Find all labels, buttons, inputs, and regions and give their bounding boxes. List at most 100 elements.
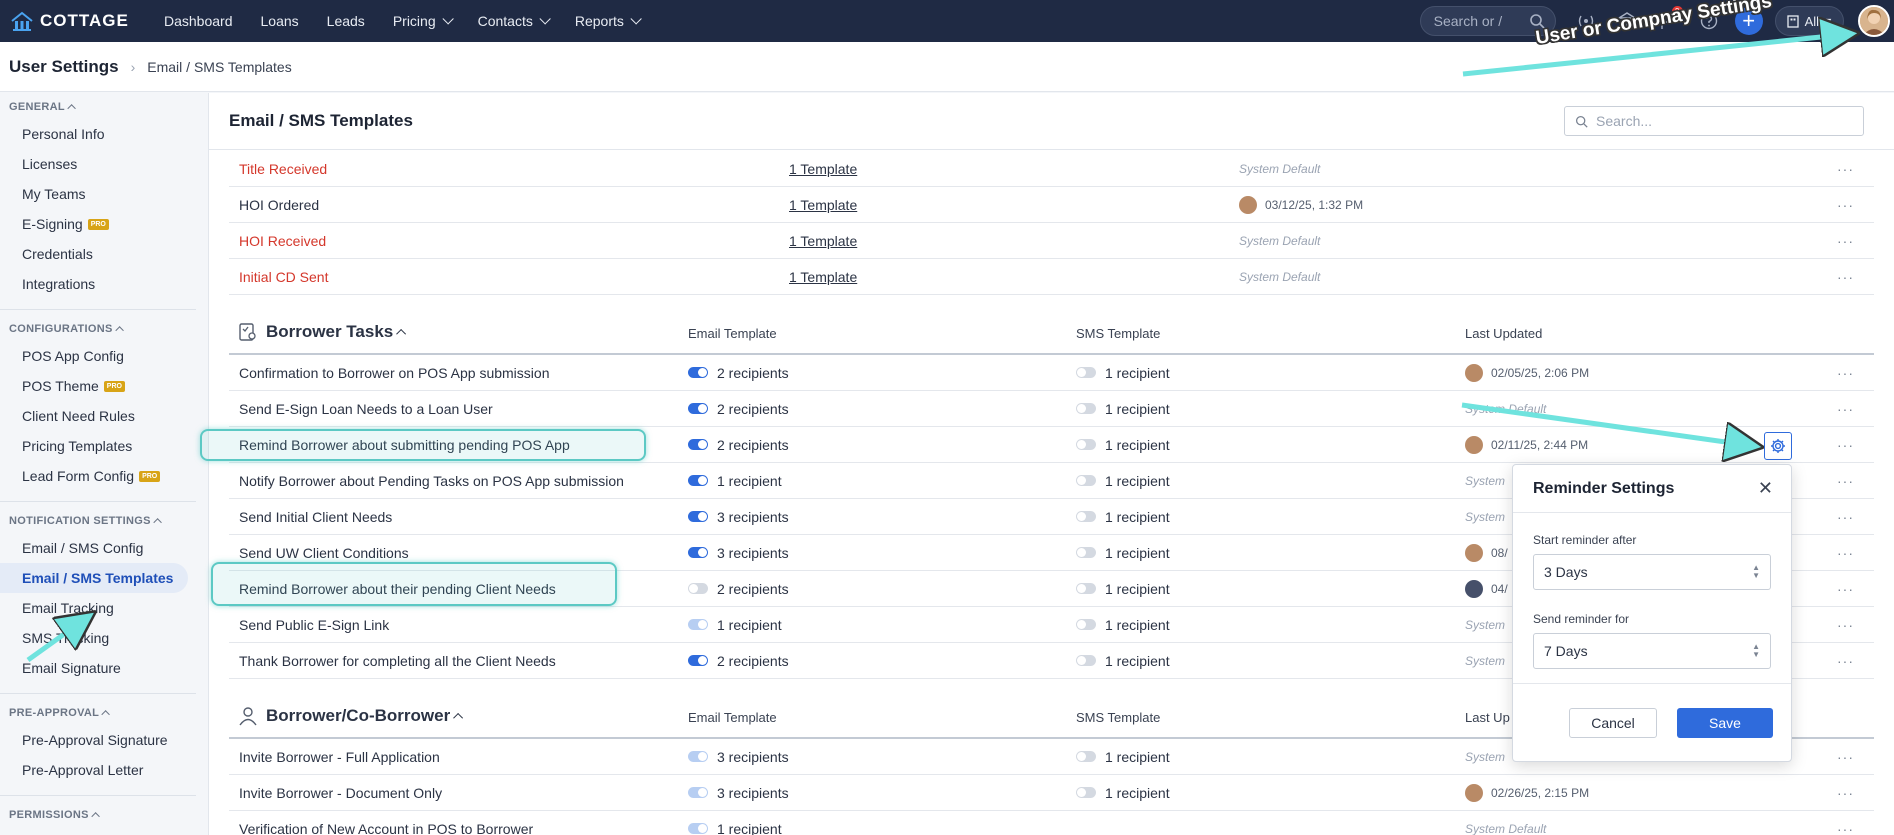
template-count-link[interactable]: 1 Template	[789, 161, 857, 177]
email-toggle[interactable]	[688, 511, 708, 522]
sms-recipients[interactable]: 1 recipient	[1105, 401, 1170, 417]
group-title[interactable]: Borrower Tasks	[239, 322, 407, 342]
more-options-icon[interactable]: ···	[1837, 821, 1854, 835]
more-options-icon[interactable]: ···	[1837, 545, 1854, 561]
email-toggle[interactable]	[688, 751, 708, 762]
email-recipients[interactable]: 2 recipients	[717, 401, 789, 417]
more-options-icon[interactable]: ···	[1837, 749, 1854, 765]
sidebar-item-pre-approval-letter[interactable]: Pre-Approval Letter	[0, 755, 196, 785]
email-recipients[interactable]: 1 recipient	[717, 617, 782, 633]
nav-item-reports[interactable]: Reports	[561, 13, 652, 29]
user-avatar[interactable]	[1858, 5, 1890, 37]
sidebar-item-pricing-templates[interactable]: Pricing Templates	[0, 431, 196, 461]
template-name[interactable]: Invite Borrower - Document Only	[239, 785, 442, 801]
email-toggle[interactable]	[688, 583, 708, 594]
sidebar-item-credentials[interactable]: Credentials	[0, 239, 196, 269]
sidebar-section-title[interactable]: GENERAL	[0, 100, 196, 114]
sidebar-item-personal-info[interactable]: Personal Info	[0, 119, 196, 149]
email-recipients[interactable]: 2 recipients	[717, 437, 789, 453]
email-toggle[interactable]	[688, 619, 708, 630]
template-count-link[interactable]: 1 Template	[789, 233, 857, 249]
email-recipients[interactable]: 2 recipients	[717, 581, 789, 597]
templates-search-input[interactable]: Search...	[1564, 106, 1864, 136]
email-toggle[interactable]	[688, 823, 708, 834]
group-title[interactable]: Borrower/Co-Borrower	[239, 706, 464, 726]
sidebar-section-title[interactable]: PRE-APPROVAL	[0, 706, 196, 720]
template-name[interactable]: Notify Borrower about Pending Tasks on P…	[239, 473, 624, 489]
email-toggle[interactable]	[688, 787, 708, 798]
more-options-icon[interactable]: ···	[1837, 509, 1854, 525]
email-recipients[interactable]: 3 recipients	[717, 749, 789, 765]
template-name[interactable]: Thank Borrower for completing all the Cl…	[239, 653, 556, 669]
sms-toggle[interactable]	[1076, 511, 1096, 522]
sms-recipients[interactable]: 1 recipient	[1105, 749, 1170, 765]
more-options-icon[interactable]: ···	[1837, 473, 1854, 489]
sidebar-item-lead-form-config[interactable]: Lead Form Config PRO	[0, 461, 196, 491]
more-options-icon[interactable]: ···	[1837, 365, 1854, 381]
sms-recipients[interactable]: 1 recipient	[1105, 545, 1170, 561]
nav-item-contacts[interactable]: Contacts	[464, 13, 561, 29]
table-row[interactable]: HOI Received 1 Template System Default ···	[229, 223, 1874, 259]
template-name[interactable]: Confirmation to Borrower on POS App subm…	[239, 365, 549, 381]
sidebar-item-email-sms-templates[interactable]: Email / SMS Templates	[0, 563, 188, 593]
sms-toggle[interactable]	[1076, 367, 1096, 378]
more-options-icon[interactable]: ···	[1837, 161, 1854, 177]
sidebar-item-e-signing[interactable]: E-Signing PRO	[0, 209, 196, 239]
email-toggle[interactable]	[688, 655, 708, 666]
sms-toggle[interactable]	[1076, 403, 1096, 414]
template-name[interactable]: Send UW Client Conditions	[239, 545, 409, 561]
sidebar-item-pre-approval-signature[interactable]: Pre-Approval Signature	[0, 725, 196, 755]
sms-recipients[interactable]: 1 recipient	[1105, 473, 1170, 489]
template-count-link[interactable]: 1 Template	[789, 269, 857, 285]
sms-recipients[interactable]: 1 recipient	[1105, 785, 1170, 801]
table-row[interactable]: Verification of New Account in POS to Bo…	[229, 811, 1874, 835]
sms-recipients[interactable]: 1 recipient	[1105, 509, 1170, 525]
sms-toggle[interactable]	[1076, 619, 1096, 630]
email-recipients[interactable]: 3 recipients	[717, 509, 789, 525]
nav-item-dashboard[interactable]: Dashboard	[150, 13, 247, 29]
email-recipients[interactable]: 1 recipient	[717, 821, 782, 835]
template-name[interactable]: HOI Ordered	[239, 197, 319, 213]
more-options-icon[interactable]: ···	[1837, 437, 1854, 453]
more-options-icon[interactable]: ···	[1837, 653, 1854, 669]
sms-toggle[interactable]	[1076, 655, 1096, 666]
sidebar-item-email-sms-config[interactable]: Email / SMS Config	[0, 533, 196, 563]
more-options-icon[interactable]: ···	[1837, 785, 1854, 801]
sidebar-item-licenses[interactable]: Licenses	[0, 149, 196, 179]
sms-toggle[interactable]	[1076, 475, 1096, 486]
table-row[interactable]: Initial CD Sent 1 Template System Default ·…	[229, 259, 1874, 295]
sidebar-item-pos-app-config[interactable]: POS App Config	[0, 341, 196, 371]
sidebar-item-sms-tracking[interactable]: SMS Tracking	[0, 623, 196, 653]
sidebar-item-email-tracking[interactable]: Email Tracking	[0, 593, 196, 623]
table-row[interactable]: Send E-Sign Loan Needs to a Loan User 2 r…	[229, 391, 1874, 427]
sidebar-item-my-teams[interactable]: My Teams	[0, 179, 196, 209]
sms-toggle[interactable]	[1076, 751, 1096, 762]
sms-toggle[interactable]	[1076, 583, 1096, 594]
email-toggle[interactable]	[688, 547, 708, 558]
email-recipients[interactable]: 2 recipients	[717, 365, 789, 381]
table-row[interactable]: Title Received 1 Template System Default ··…	[229, 151, 1874, 187]
template-name[interactable]: Invite Borrower - Full Application	[239, 749, 440, 765]
more-options-icon[interactable]: ···	[1837, 233, 1854, 249]
more-options-icon[interactable]: ···	[1837, 617, 1854, 633]
sidebar-item-pos-theme[interactable]: POS Theme PRO	[0, 371, 196, 401]
template-name[interactable]: Title Received	[239, 161, 327, 177]
sms-toggle[interactable]	[1076, 547, 1096, 558]
email-recipients[interactable]: 3 recipients	[717, 545, 789, 561]
template-name[interactable]: Verification of New Account in POS to Bo…	[239, 821, 533, 835]
sidebar-section-title[interactable]: CONFIGURATIONS	[0, 322, 196, 336]
email-toggle[interactable]	[688, 367, 708, 378]
sms-toggle[interactable]	[1076, 439, 1096, 450]
sidebar-section-title[interactable]: PERMISSIONS	[0, 808, 196, 822]
sidebar-item-email-signature[interactable]: Email Signature	[0, 653, 196, 683]
cancel-button[interactable]: Cancel	[1569, 707, 1657, 738]
scope-select[interactable]: All ▼	[1774, 6, 1844, 36]
brand-logo[interactable]: COTTAGE	[0, 11, 150, 31]
template-count-link[interactable]: 1 Template	[789, 197, 857, 213]
sms-recipients[interactable]: 1 recipient	[1105, 581, 1170, 597]
sidebar-item-integrations[interactable]: Integrations	[0, 269, 196, 299]
close-icon[interactable]: ✕	[1758, 478, 1773, 499]
email-toggle[interactable]	[688, 475, 708, 486]
template-name[interactable]: Send Public E-Sign Link	[239, 617, 389, 633]
email-recipients[interactable]: 2 recipients	[717, 653, 789, 669]
